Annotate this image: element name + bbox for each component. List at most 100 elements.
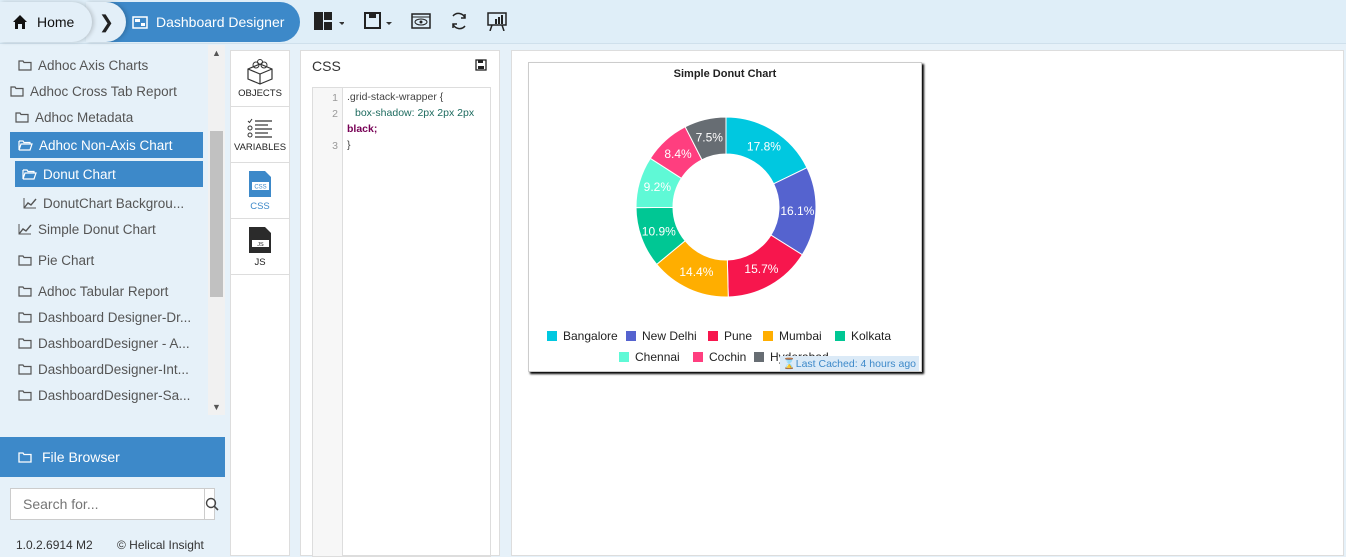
scrollbar-thumb[interactable] — [210, 131, 223, 297]
slice-label: 16.1% — [780, 204, 814, 218]
save-button[interactable] — [364, 10, 394, 32]
search-box — [10, 488, 219, 520]
dashboard-icon — [132, 15, 148, 29]
search-input[interactable] — [11, 489, 204, 519]
folder-icon — [18, 312, 32, 323]
tree-item[interactable]: DonutChart Backgrou... — [23, 190, 184, 216]
home-icon — [13, 15, 27, 29]
legend-item[interactable]: Cochin — [693, 350, 746, 364]
file-browser-button[interactable]: File Browser — [0, 437, 225, 477]
folder-open-icon — [22, 169, 37, 180]
legend-item[interactable]: Chennai — [619, 350, 680, 364]
code-line: box-shadow: 2px 2px 2px — [355, 107, 475, 119]
code-line: .grid-stack-wrapper { — [347, 91, 444, 103]
last-cached-badge: ⌛Last Cached: 4 hours ago — [779, 356, 919, 371]
tree-scrollbar[interactable]: ▲ ▼ — [208, 45, 225, 415]
tree-item-label: Dashboard Designer-Dr... — [38, 309, 192, 325]
layout-button[interactable] — [314, 10, 344, 32]
legend-item[interactable]: Kolkata — [835, 329, 891, 343]
legend-swatch — [619, 352, 629, 362]
scroll-up-icon[interactable]: ▲ — [212, 48, 221, 58]
refresh-button[interactable] — [449, 10, 469, 32]
legend-item[interactable]: Bangalore — [547, 329, 618, 343]
legend-swatch — [763, 331, 773, 341]
donut-chart: 17.8% 16.1% 15.7% 14.4% 10.9% 9.2% 8.4% 7.5% — [635, 116, 817, 298]
code-line: black; — [347, 123, 378, 135]
tree-item[interactable]: Adhoc Cross Tab Report — [10, 78, 177, 104]
preview-button[interactable] — [411, 10, 431, 32]
tree-item[interactable]: Simple Donut Chart — [18, 216, 156, 242]
chevron-right-icon: ❯ — [86, 2, 126, 42]
tree-item-label: Adhoc Non-Axis Chart — [39, 137, 173, 153]
chart-card[interactable]: Simple Donut Chart 17.8% 16.1% 15.7% 14.4% 1… — [528, 62, 922, 372]
code-line: } — [347, 139, 351, 151]
legend-item[interactable]: Pune — [708, 329, 752, 343]
css-button[interactable]: CSS CSS — [231, 163, 289, 219]
search-button[interactable] — [204, 489, 219, 519]
legend-swatch — [754, 352, 764, 362]
slice-label: 9.2% — [644, 180, 672, 194]
css-panel-title: CSS — [312, 58, 341, 74]
breadcrumb-home[interactable]: Home — [0, 2, 92, 42]
js-button[interactable]: JS JS — [231, 219, 289, 275]
presentation-button[interactable] — [487, 10, 507, 32]
slice-label: 10.9% — [642, 224, 676, 238]
slice-label: 8.4% — [664, 147, 692, 161]
legend-swatch — [693, 352, 703, 362]
tree-item[interactable]: Pie Chart — [18, 247, 94, 273]
tree-item-label: Adhoc Axis Charts — [38, 57, 149, 73]
legend-swatch — [547, 331, 557, 341]
legend-swatch — [708, 331, 718, 341]
folder-icon — [10, 86, 24, 97]
tree-item[interactable]: Dashboard Designer-Dr... — [18, 304, 191, 330]
legend-item[interactable]: Mumbai — [763, 329, 822, 343]
objects-icon — [247, 58, 273, 85]
tree-item[interactable]: DashboardDesigner-Int... — [18, 356, 189, 382]
save-icon — [364, 12, 392, 29]
line-number: 3 — [332, 140, 338, 152]
variables-button[interactable]: VARIABLES — [231, 107, 289, 163]
legend-item[interactable]: New Delhi — [626, 329, 697, 343]
scroll-down-icon[interactable]: ▼ — [212, 402, 221, 412]
home-label: Home — [37, 14, 75, 30]
line-gutter: 1 2 3 — [313, 88, 343, 556]
legend-label: New Delhi — [642, 329, 697, 343]
line-number: 2 — [332, 108, 338, 120]
folder-icon — [18, 286, 32, 297]
tree-item-label: DonutChart Backgrou... — [43, 195, 185, 211]
folder-icon — [18, 452, 32, 463]
search-icon — [205, 497, 219, 511]
legend-label: Kolkata — [851, 329, 892, 343]
css-code-editor[interactable]: 1 2 3 .grid-stack-wrapper { box-shadow: … — [312, 87, 491, 557]
current-page-label: Dashboard Designer — [156, 14, 285, 30]
css-editor-panel: CSS 1 2 3 .grid-stack-wrapper { box-shad… — [300, 50, 500, 557]
folder-icon — [18, 364, 32, 375]
tree-item[interactable]: Adhoc Axis Charts — [18, 52, 148, 78]
variables-icon — [247, 118, 272, 138]
js-label: JS — [254, 256, 266, 268]
breadcrumb-dashboard-designer[interactable]: Dashboard Designer — [100, 2, 300, 42]
save-css-icon[interactable] — [475, 59, 487, 71]
objects-button[interactable]: OBJECTS — [231, 51, 289, 107]
last-cached-text: Last Cached: 4 hours ago — [795, 358, 916, 370]
svg-text:CSS: CSS — [254, 184, 266, 190]
slice-label: 7.5% — [696, 130, 724, 144]
tree-item[interactable]: Donut Chart — [15, 161, 203, 187]
tree-item[interactable]: Adhoc Tabular Report — [18, 278, 168, 304]
tree-item-label: Donut Chart — [43, 166, 116, 182]
folder-open-icon — [18, 140, 33, 151]
js-file-icon: JS — [249, 226, 271, 253]
legend-swatch — [835, 331, 845, 341]
component-palette: OBJECTS VARIABLES CSS CSS JS JS — [230, 50, 290, 556]
line-chart-icon — [23, 198, 37, 209]
css-label: CSS — [250, 200, 270, 212]
tree-item[interactable]: DashboardDesigner - A... — [18, 330, 190, 356]
tree-item[interactable]: Adhoc Metadata — [15, 104, 133, 130]
folder-icon — [18, 255, 32, 266]
tree-item[interactable]: Adhoc Non-Axis Chart — [10, 132, 203, 158]
objects-label: OBJECTS — [238, 87, 282, 99]
slice-label: 14.4% — [679, 265, 713, 279]
tree-item[interactable]: DashboardDesigner-Sa... — [18, 382, 190, 408]
variables-label: VARIABLES — [233, 141, 287, 153]
layout-icon — [314, 12, 344, 30]
